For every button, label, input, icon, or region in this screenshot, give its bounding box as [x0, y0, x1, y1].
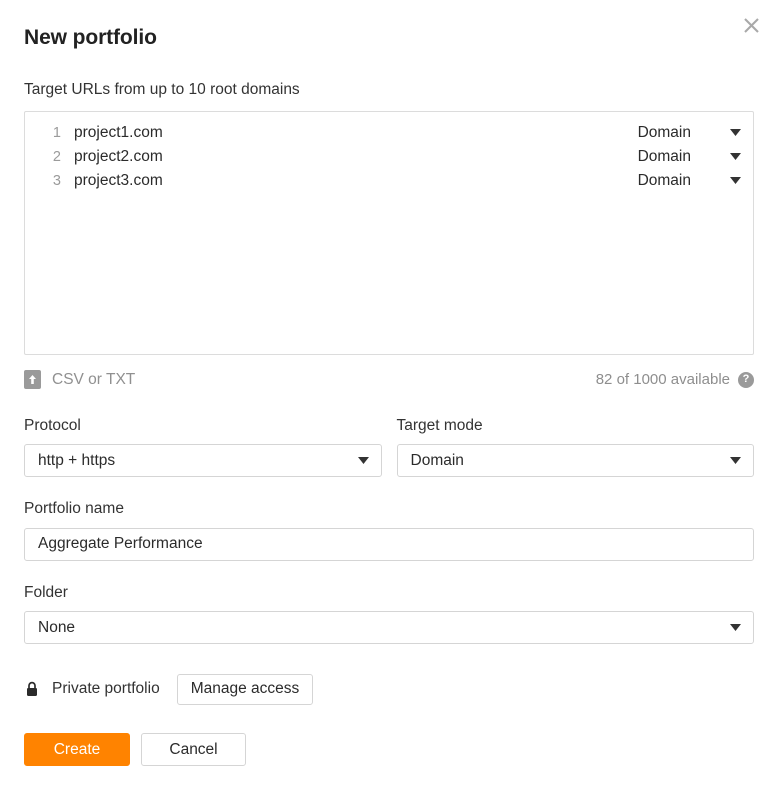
chevron-down-icon [357, 457, 369, 464]
page-title: New portfolio [24, 26, 157, 49]
folder-select[interactable]: None [24, 611, 754, 644]
row-url: project2.com [74, 147, 163, 165]
folder-label: Folder [24, 583, 68, 601]
table-row[interactable]: 2 project2.com Domain [25, 145, 753, 169]
row-mode-value: Domain [637, 171, 691, 189]
portfolio-name-value: Aggregate Performance [38, 535, 203, 552]
target-urls-textarea[interactable]: 1 project1.com Domain 2 project2.com Dom… [24, 110, 754, 355]
chevron-down-icon [730, 624, 741, 631]
folder-value: None [38, 618, 76, 636]
portfolio-name-input[interactable]: Aggregate Performance [24, 527, 754, 561]
protocol-value: http + https [38, 451, 116, 469]
table-row[interactable]: 1 project1.com Domain [25, 121, 753, 145]
protocol-label: Protocol [24, 416, 81, 434]
dialog-footer: Create Cancel [24, 733, 754, 766]
lock-icon [24, 681, 39, 698]
row-url: project1.com [74, 123, 163, 141]
upload-quota-row: CSV or TXT 82 of 1000 available ? [24, 368, 754, 392]
manage-access-button[interactable]: Manage access [176, 673, 314, 705]
row-number: 2 [52, 148, 61, 165]
protocol-field: Protocol http + https [24, 416, 382, 477]
protocol-select[interactable]: http + https [24, 444, 382, 477]
create-button[interactable]: Create [24, 733, 130, 766]
quota-status: 82 of 1000 available ? [596, 371, 754, 388]
upload-file-icon [24, 370, 41, 389]
private-portfolio-label: Private portfolio [52, 680, 160, 697]
row-number: 3 [52, 172, 61, 189]
chevron-down-icon[interactable] [729, 153, 741, 160]
folder-field: Folder None [24, 583, 754, 644]
upload-file-label: CSV or TXT [52, 370, 136, 388]
new-portfolio-dialog: New portfolio Target URLs from up to 10 … [0, 0, 778, 811]
portfolio-name-field: Portfolio name Aggregate Performance [24, 501, 754, 561]
target-mode-value: Domain [410, 451, 464, 469]
private-portfolio-row: Private portfolio Manage access [24, 673, 754, 705]
quota-text: 82 of 1000 available [595, 371, 730, 388]
protocol-targetmode-row: Protocol http + https Target mode Domain [24, 416, 754, 477]
target-mode-label: Target mode [396, 416, 483, 434]
target-urls-label: Target URLs from up to 10 root domains [24, 81, 300, 98]
close-icon[interactable] [736, 10, 766, 40]
row-url: project3.com [74, 171, 163, 189]
row-mode-value: Domain [637, 123, 691, 141]
table-row[interactable]: 3 project3.com Domain [25, 169, 753, 193]
cancel-button[interactable]: Cancel [141, 733, 246, 766]
help-circle-icon[interactable]: ? [738, 371, 754, 388]
upload-file-button[interactable]: CSV or TXT [24, 370, 135, 389]
target-mode-field: Target mode Domain [396, 416, 754, 477]
portfolio-name-label: Portfolio name [24, 500, 124, 517]
chevron-down-icon[interactable] [729, 129, 741, 136]
row-mode-value: Domain [637, 147, 691, 165]
target-mode-select[interactable]: Domain [396, 444, 754, 477]
chevron-down-icon[interactable] [729, 177, 741, 184]
chevron-down-icon [730, 457, 741, 464]
row-number: 1 [52, 124, 61, 141]
